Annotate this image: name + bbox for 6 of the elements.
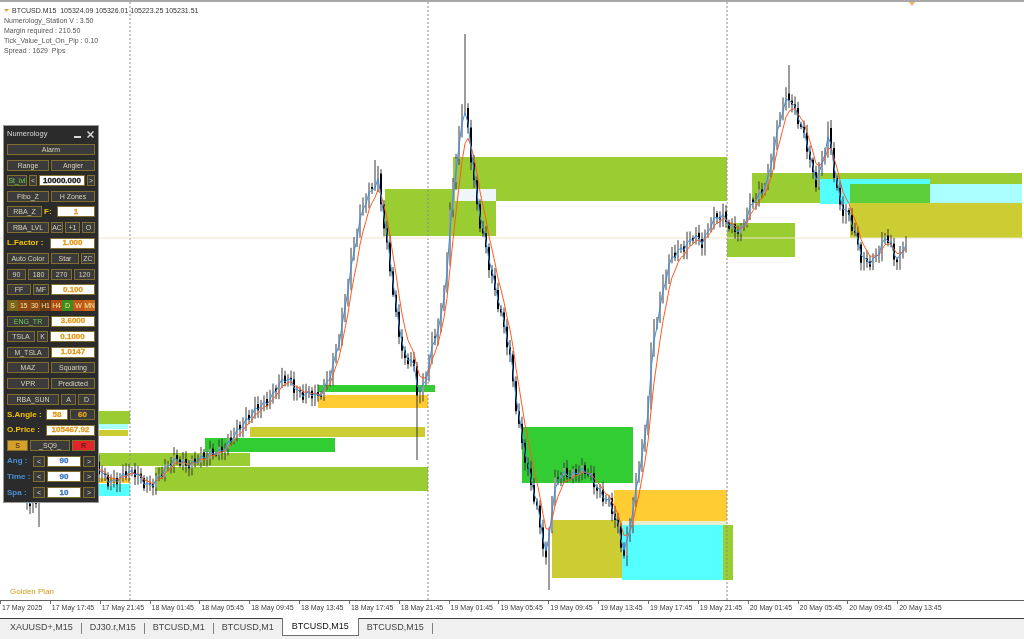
- chart-tab[interactable]: BTCUSD,M1: [144, 619, 213, 637]
- chart-tab[interactable]: DJ30.r,M15: [81, 619, 144, 637]
- chart-tab[interactable]: XAUUSD+,M15: [2, 619, 81, 637]
- chart-tab[interactable]: BTCUSD,M15: [281, 618, 359, 636]
- chart-tab[interactable]: BTCUSD,M1: [213, 619, 282, 637]
- chart-tab[interactable]: BTCUSD,M15: [358, 619, 432, 637]
